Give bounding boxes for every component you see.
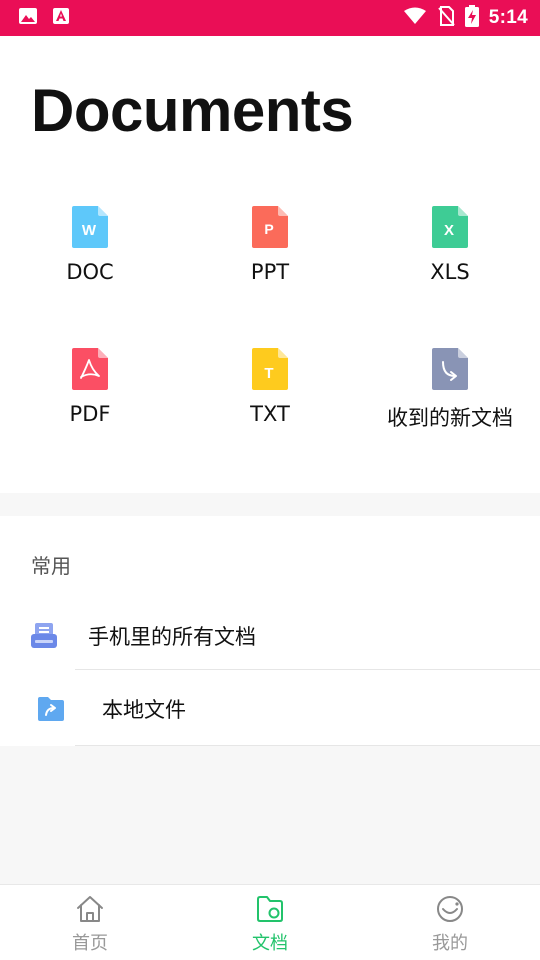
list-item-label: 本地文件 bbox=[102, 698, 186, 722]
doc-file-icon: W bbox=[72, 206, 108, 248]
doc-type-label: PDF bbox=[69, 402, 111, 426]
txt-file-icon: T bbox=[252, 348, 288, 390]
doc-type-txt[interactable]: T TXT bbox=[180, 348, 360, 458]
pdf-file-icon bbox=[72, 348, 108, 390]
image-notification-icon bbox=[18, 7, 38, 29]
nav-tab-documents[interactable]: 文档 bbox=[180, 885, 360, 960]
doc-type-doc[interactable]: W DOC bbox=[0, 206, 180, 316]
doc-type-label: 收到的新文档 bbox=[387, 406, 513, 430]
nav-label: 文档 bbox=[252, 933, 288, 954]
doc-type-received[interactable]: 收到的新文档 bbox=[360, 348, 540, 458]
profile-smile-icon bbox=[435, 895, 465, 927]
ppt-file-icon: P bbox=[252, 206, 288, 248]
no-sim-icon bbox=[437, 6, 455, 30]
doc-type-pdf[interactable]: PDF bbox=[0, 348, 180, 458]
list-item-all-phone-documents[interactable]: 手机里的所有文档 bbox=[0, 599, 540, 673]
doc-type-label: XLS bbox=[430, 260, 470, 284]
section-title: 常用 bbox=[31, 554, 71, 578]
divider bbox=[75, 669, 540, 670]
svg-text:T: T bbox=[264, 365, 273, 382]
nav-label: 我的 bbox=[432, 933, 468, 954]
status-time: 5:14 bbox=[488, 7, 528, 28]
bottom-navigation: 首页 文档 我的 bbox=[0, 884, 540, 960]
xls-file-icon: X bbox=[432, 206, 468, 248]
battery-charging-icon bbox=[464, 5, 479, 31]
svg-text:W: W bbox=[82, 222, 97, 239]
status-bar: 5:14 bbox=[0, 0, 540, 36]
doc-type-label: TXT bbox=[250, 402, 290, 426]
doc-type-label: PPT bbox=[250, 260, 290, 284]
list-item-label: 手机里的所有文档 bbox=[88, 625, 256, 649]
svg-text:X: X bbox=[444, 222, 454, 239]
nav-tab-profile[interactable]: 我的 bbox=[360, 885, 540, 960]
nav-label: 首页 bbox=[72, 933, 108, 954]
doc-type-label: DOC bbox=[66, 260, 114, 284]
doc-type-xls[interactable]: X XLS bbox=[360, 206, 540, 316]
documents-folder-icon bbox=[255, 895, 285, 927]
wifi-icon bbox=[403, 7, 427, 29]
page-title: Documents bbox=[31, 77, 354, 144]
list-item-local-files[interactable]: 本地文件 bbox=[0, 672, 540, 746]
divider bbox=[75, 745, 540, 746]
received-file-icon bbox=[432, 348, 468, 390]
home-icon bbox=[75, 895, 105, 927]
font-app-icon bbox=[52, 7, 70, 29]
phone-documents-icon bbox=[30, 622, 58, 654]
local-folder-icon bbox=[37, 696, 65, 726]
doc-type-ppt[interactable]: P PPT bbox=[180, 206, 360, 316]
nav-tab-home[interactable]: 首页 bbox=[0, 885, 180, 960]
common-section: 常用 手机里的所有文档 本地文件 bbox=[0, 516, 540, 746]
documents-panel: Documents W DOC P PPT X XLS PDF T TXT 收到… bbox=[0, 36, 540, 493]
svg-text:P: P bbox=[264, 221, 273, 237]
